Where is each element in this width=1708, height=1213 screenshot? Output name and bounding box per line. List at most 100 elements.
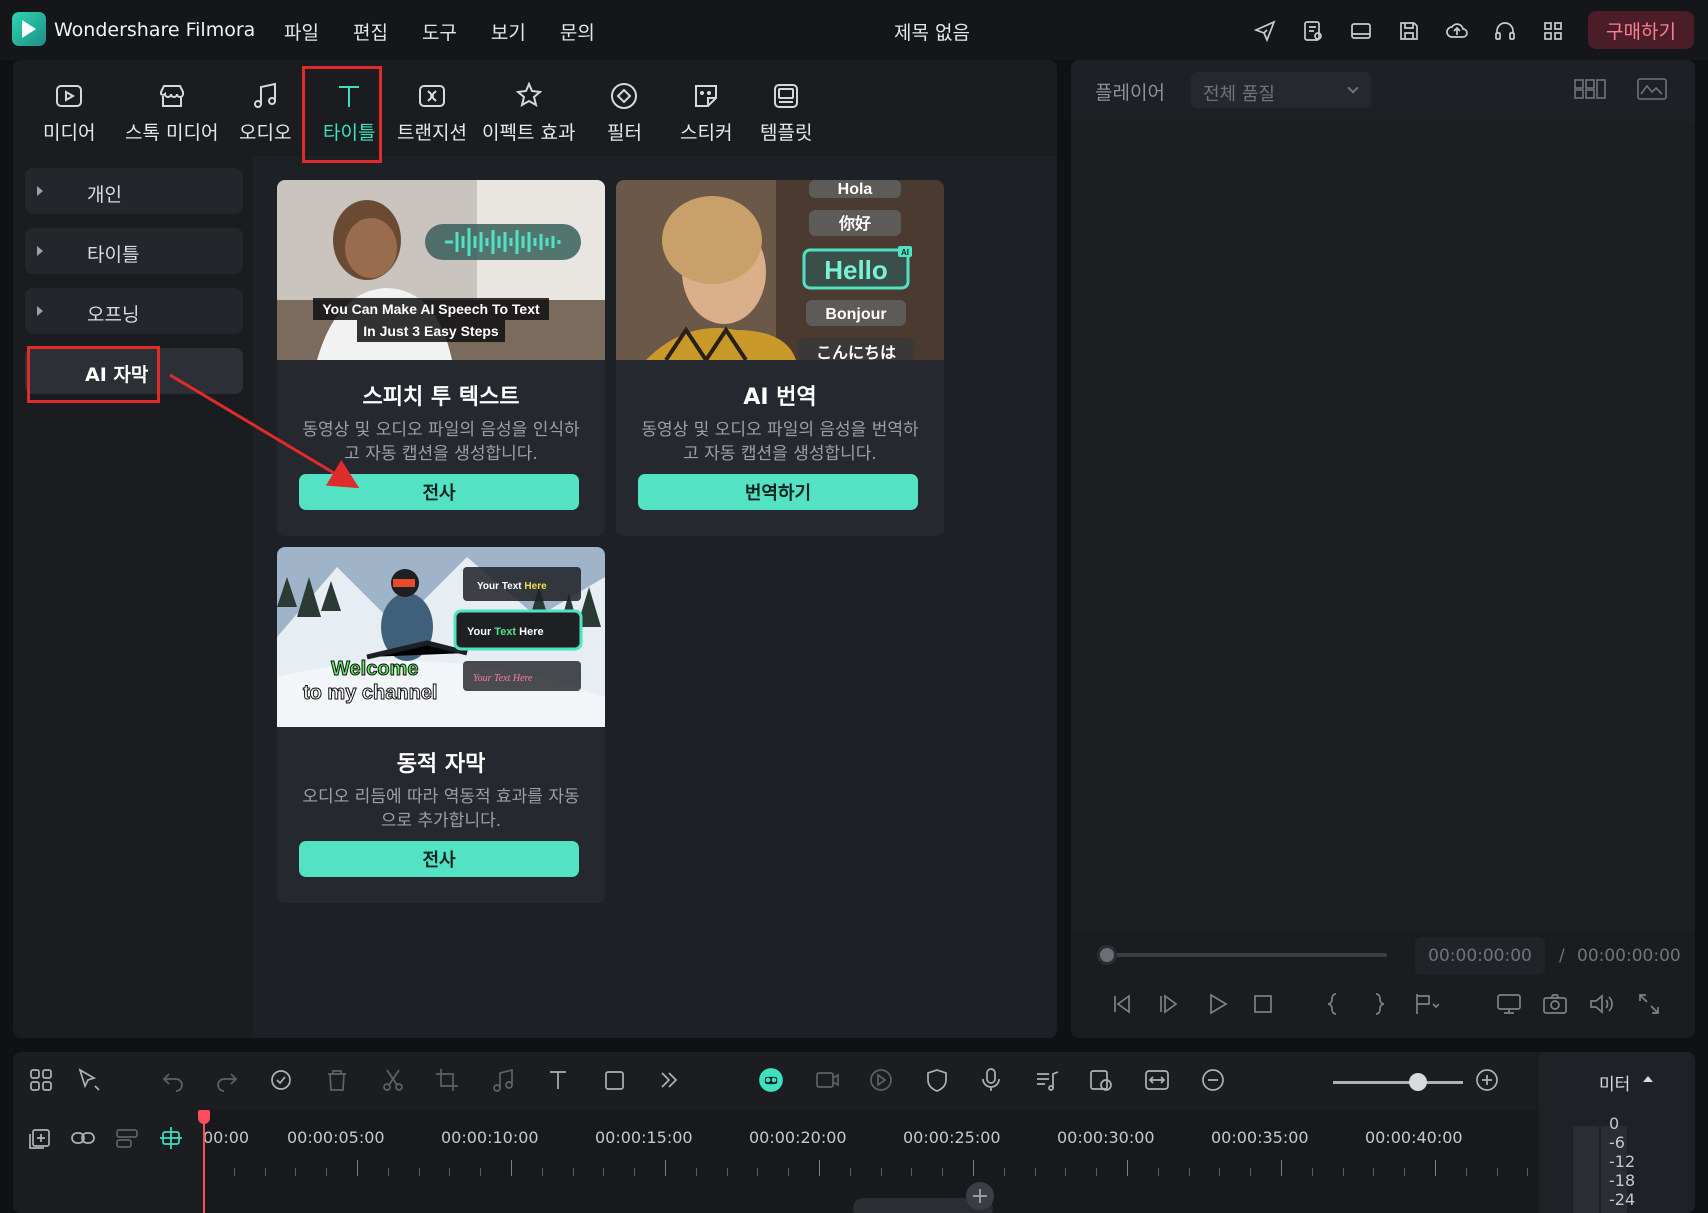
card-dynamic-subtitles[interactable]: Your Text Here Your Text Here Your Text … bbox=[277, 547, 605, 903]
category-toolbar: 미디어 스톡 미디어 오디오 타이틀 트랜지션 이펙트 효과 필터 스티커 템플… bbox=[13, 60, 1057, 156]
volume-icon[interactable] bbox=[1587, 990, 1617, 1020]
menu-help[interactable]: 문의 bbox=[560, 18, 595, 45]
grid-view-icon[interactable] bbox=[1573, 76, 1607, 102]
sidebar-item-titles[interactable]: 타이틀 bbox=[25, 228, 243, 274]
snapshot-icon[interactable] bbox=[1541, 990, 1571, 1020]
timecode-separator: / bbox=[1559, 946, 1565, 966]
video-preview[interactable] bbox=[1071, 122, 1695, 932]
ai-audio-icon[interactable] bbox=[269, 1066, 299, 1096]
redo-icon[interactable] bbox=[213, 1066, 243, 1096]
titles-highlight-box bbox=[302, 66, 382, 163]
audio-icon bbox=[254, 82, 277, 108]
quality-dropdown[interactable]: 전체 품질 bbox=[1191, 72, 1371, 108]
fullscreen-icon[interactable] bbox=[1635, 990, 1665, 1020]
playhead[interactable] bbox=[203, 1110, 205, 1213]
stabilize-icon[interactable] bbox=[867, 1066, 897, 1096]
layout-grid-icon[interactable] bbox=[27, 1066, 57, 1096]
card-title: 스피치 투 텍스트 bbox=[362, 385, 520, 410]
ruler-tick bbox=[1157, 1168, 1159, 1176]
expand-icon bbox=[37, 186, 43, 196]
category-templates[interactable]: 템플릿 bbox=[760, 80, 812, 145]
menu-tools[interactable]: 도구 bbox=[422, 18, 457, 45]
transcribe-button[interactable]: 전사 bbox=[299, 841, 579, 877]
add-track-icon[interactable] bbox=[27, 1124, 57, 1154]
menu-edit[interactable]: 편집 bbox=[353, 18, 388, 45]
track-layout-icon[interactable] bbox=[113, 1124, 143, 1154]
shape-tool-icon[interactable] bbox=[601, 1066, 631, 1096]
menu-view[interactable]: 보기 bbox=[491, 18, 526, 45]
layout-icon[interactable] bbox=[1346, 16, 1376, 46]
buy-button[interactable]: 구매하기 bbox=[1588, 11, 1694, 49]
send-icon[interactable] bbox=[1250, 16, 1280, 46]
cloud-upload-icon[interactable] bbox=[1442, 16, 1472, 46]
card-title: AI 번역 bbox=[743, 385, 817, 410]
zoom-in-icon[interactable] bbox=[1473, 1066, 1503, 1096]
task-list-icon[interactable] bbox=[1298, 16, 1328, 46]
display-settings-icon[interactable] bbox=[1495, 990, 1525, 1020]
current-timecode[interactable]: 00:00:00:00 bbox=[1415, 937, 1545, 975]
auto-reframe-icon[interactable] bbox=[813, 1066, 843, 1096]
playhead-handle[interactable] bbox=[198, 1110, 210, 1124]
category-media[interactable]: 미디어 bbox=[43, 80, 95, 145]
apps-grid-icon[interactable] bbox=[1538, 16, 1568, 46]
svg-text:AI: AI bbox=[901, 248, 909, 257]
template-icon bbox=[774, 84, 799, 108]
sticker-icon bbox=[695, 85, 718, 107]
meter-toggle[interactable]: 미터 bbox=[1539, 1052, 1695, 1110]
headset-icon[interactable] bbox=[1490, 16, 1520, 46]
menu-file[interactable]: 파일 bbox=[284, 18, 319, 45]
stop-icon[interactable] bbox=[1249, 990, 1279, 1020]
ruler-tick bbox=[603, 1168, 605, 1176]
zoom-out-icon[interactable] bbox=[1199, 1066, 1229, 1096]
ai-assistant-icon[interactable] bbox=[757, 1066, 787, 1096]
card-ai-translation[interactable]: Hola 你好 Hello AI Bonjour こんにちは AI 번역 동영상… bbox=[616, 180, 944, 536]
translate-button[interactable]: 번역하기 bbox=[638, 474, 918, 510]
play-icon[interactable] bbox=[1203, 990, 1233, 1020]
seek-handle[interactable] bbox=[1097, 945, 1117, 965]
ruler-tick bbox=[726, 1168, 728, 1176]
link-icon[interactable] bbox=[69, 1124, 99, 1154]
cut-icon[interactable] bbox=[379, 1066, 409, 1096]
sidebar-item-personal[interactable]: 개인 bbox=[25, 168, 243, 214]
shield-icon[interactable] bbox=[923, 1066, 953, 1096]
category-filters[interactable]: 필터 bbox=[607, 80, 642, 145]
clip-preview-icon[interactable] bbox=[1087, 1066, 1117, 1096]
magnet-snap-icon[interactable] bbox=[157, 1124, 187, 1154]
select-tool-icon[interactable] bbox=[75, 1066, 105, 1096]
seek-bar[interactable] bbox=[1107, 953, 1387, 957]
zoom-slider-handle[interactable] bbox=[1409, 1073, 1427, 1091]
more-tools-icon[interactable] bbox=[655, 1066, 685, 1096]
audio-edit-icon[interactable] bbox=[489, 1066, 519, 1096]
category-audio[interactable]: 오디오 bbox=[239, 80, 291, 145]
ruler-tick bbox=[1527, 1168, 1529, 1176]
save-icon[interactable] bbox=[1394, 16, 1424, 46]
category-stock-media[interactable]: 스톡 미디어 bbox=[125, 80, 218, 145]
sidebar-item-opening[interactable]: 오프닝 bbox=[25, 288, 243, 334]
waveform-monitor-icon[interactable] bbox=[1635, 76, 1669, 102]
audio-mixer-icon[interactable] bbox=[1033, 1066, 1063, 1096]
previous-frame-icon[interactable] bbox=[1109, 990, 1139, 1020]
zoom-slider-track[interactable] bbox=[1333, 1081, 1463, 1084]
title-bar: Wondershare Filmora 파일 편집 도구 보기 문의 제목 없음… bbox=[0, 0, 1708, 60]
crop-icon[interactable] bbox=[433, 1066, 463, 1096]
mark-in-icon[interactable] bbox=[1319, 990, 1349, 1020]
fit-timeline-icon[interactable] bbox=[1143, 1066, 1173, 1096]
text-tool-icon[interactable] bbox=[545, 1066, 575, 1096]
next-frame-icon[interactable] bbox=[1155, 990, 1185, 1020]
category-stickers[interactable]: 스티커 bbox=[680, 80, 732, 145]
transcribe-button[interactable]: 전사 bbox=[299, 474, 579, 510]
microphone-icon[interactable] bbox=[977, 1066, 1007, 1096]
category-effects[interactable]: 이펙트 효과 bbox=[482, 80, 575, 145]
card-speech-to-text[interactable]: You Can Make AI Speech To Text In Just 3… bbox=[277, 180, 605, 536]
ruler-tick bbox=[1435, 1160, 1436, 1176]
mark-out-icon[interactable] bbox=[1365, 990, 1395, 1020]
add-icon[interactable]: + bbox=[966, 1182, 994, 1210]
undo-icon[interactable] bbox=[159, 1066, 189, 1096]
category-transitions[interactable]: 트랜지션 bbox=[397, 80, 467, 145]
delete-icon[interactable] bbox=[323, 1066, 353, 1096]
total-timecode: 00:00:00:00 bbox=[1577, 946, 1681, 966]
ruler-tick bbox=[973, 1160, 974, 1176]
marker-options-icon[interactable] bbox=[1411, 990, 1441, 1020]
ruler-tick bbox=[695, 1168, 697, 1176]
ruler-label: 00:00 bbox=[203, 1128, 250, 1147]
